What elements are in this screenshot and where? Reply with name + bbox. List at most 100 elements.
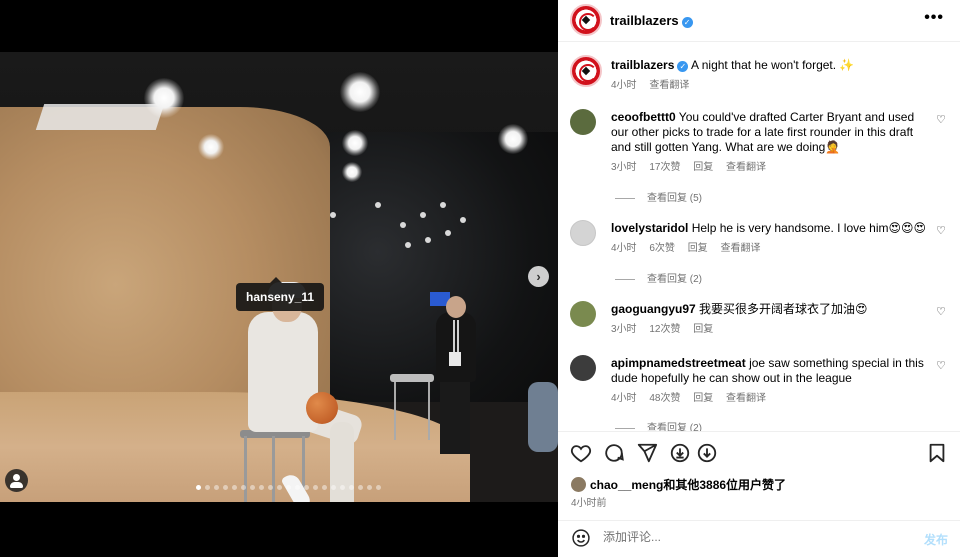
ceiling-lamp	[342, 162, 362, 182]
author-name-group: trailblazers ✓	[610, 12, 693, 30]
author-username[interactable]: trailblazers	[610, 13, 679, 28]
bookmark-icon[interactable]	[926, 442, 948, 464]
commenter-avatar[interactable]	[570, 109, 596, 135]
caption-body: trailblazers ✓ A night that he won't forg…	[611, 58, 929, 93]
download-circle-icon[interactable]	[669, 442, 691, 464]
emoji-smile-icon[interactable]	[571, 528, 591, 548]
stool-leg	[272, 436, 275, 502]
post-comment-button[interactable]: 发布	[924, 531, 948, 548]
next-photo-button[interactable]: ›	[528, 266, 549, 287]
ceiling-lamp	[198, 134, 224, 160]
commenter-avatar[interactable]	[570, 355, 596, 381]
comment-reply-link[interactable]: 回复	[693, 324, 713, 335]
background-stool-leg	[428, 382, 430, 440]
comment-reply-link[interactable]: 回复	[693, 162, 713, 173]
comment-translate-link[interactable]: 查看翻译	[726, 393, 766, 404]
partial-person	[528, 382, 558, 452]
photo-tag-label[interactable]: hanseny_11	[236, 277, 325, 311]
comment-time: 3小时	[611, 324, 637, 335]
comment-like-heart-icon[interactable]: ♡	[936, 307, 946, 318]
caption-username[interactable]: trailblazers	[611, 58, 674, 72]
basketball	[306, 392, 338, 424]
comment-time: 4小时	[611, 243, 637, 254]
pager-dot	[367, 485, 372, 490]
comment-meta: 4小时 6次赞 回复 查看翻译	[611, 241, 929, 256]
pager-dot	[232, 485, 237, 490]
seated-person-shin	[330, 422, 354, 502]
pager-dot	[340, 485, 345, 490]
comment-meta: 3小时 12次赞 回复	[611, 322, 929, 337]
comment-text: Help he is very handsome. I love him😍😍😍	[691, 221, 927, 235]
ceiling-lamp	[342, 130, 368, 156]
post-panel: trailblazers ✓ ••• trailblazers ✓ A night …	[558, 0, 960, 557]
comment-time: 4小时	[611, 393, 637, 404]
background-stool	[390, 374, 434, 382]
standing-person-legs	[440, 382, 470, 454]
comment-like-heart-icon[interactable]: ♡	[936, 115, 946, 126]
comment-item: lovelystaridol Help he is very handsome.…	[570, 219, 950, 259]
comment-username[interactable]: lovelystaridol	[611, 221, 688, 235]
pager-dot	[358, 485, 363, 490]
post-photo[interactable]: hanseny_11 ›	[0, 52, 558, 502]
liker-avatar	[571, 477, 586, 492]
view-replies-link[interactable]: 查看回复 (5)	[615, 189, 702, 204]
comment-body: apimpnamedstreetmeat joe saw something s…	[611, 356, 929, 406]
pager-dot	[286, 485, 291, 490]
pager-dot	[313, 485, 318, 490]
view-replies-link[interactable]: 查看回复 (2)	[615, 270, 702, 285]
caption-text: A night that he won't forget. ✨	[691, 58, 855, 72]
comment-reply-link[interactable]: 回复	[688, 243, 708, 254]
caption-author-avatar[interactable]	[570, 55, 602, 87]
caption-meta: 4小时 查看翻译	[611, 78, 929, 93]
comment-translate-link[interactable]: 查看翻译	[720, 243, 760, 254]
commenter-avatar[interactable]	[570, 220, 596, 246]
pager-dot	[268, 485, 273, 490]
author-avatar[interactable]	[570, 4, 602, 36]
comment-username[interactable]: ceoofbettt0	[611, 110, 676, 124]
likes-summary[interactable]: chao__meng和其他3886位用户赞了	[571, 476, 786, 493]
view-replies-link[interactable]: 查看回复 (2)	[615, 419, 702, 431]
pager-dot	[295, 485, 300, 490]
tagged-users-icon[interactable]	[5, 469, 28, 492]
comment-like-heart-icon[interactable]: ♡	[936, 226, 946, 237]
comment-username[interactable]: apimpnamedstreetmeat	[611, 356, 746, 370]
caption-translate-link[interactable]: 查看翻译	[649, 80, 689, 91]
post-header: trailblazers ✓ •••	[558, 0, 960, 42]
commenter-avatar[interactable]	[570, 301, 596, 327]
pager-dot	[349, 485, 354, 490]
comment-body: ceoofbettt0 You could've drafted Carter …	[611, 110, 929, 175]
comment-bubble-icon[interactable]	[603, 442, 625, 464]
comment-translate-link[interactable]: 查看翻译	[726, 162, 766, 173]
pager-dot	[196, 485, 201, 490]
pager-dot	[241, 485, 246, 490]
comment-input[interactable]	[603, 530, 903, 544]
comment-time: 3小时	[611, 162, 637, 173]
more-options-icon[interactable]: •••	[924, 9, 944, 27]
comment-text: 我要买很多开阔者球衣了加油😍	[699, 302, 868, 316]
comments-scroll-area[interactable]: trailblazers ✓ A night that he won't forg…	[558, 43, 960, 431]
comment-like-count[interactable]: 12次赞	[649, 324, 680, 335]
lanyard-badge	[449, 352, 461, 366]
download-arrow-circle-icon[interactable]	[696, 442, 718, 464]
comment-like-count[interactable]: 48次赞	[649, 393, 680, 404]
post-time-ago: 4小时前	[571, 498, 607, 509]
comment-like-heart-icon[interactable]: ♡	[936, 361, 946, 372]
verified-badge-icon: ✓	[681, 17, 693, 28]
ceiling-lamp	[340, 72, 380, 112]
likes-text: chao__meng和其他3886位用户赞了	[590, 478, 787, 492]
background-stool-leg	[394, 382, 396, 440]
comment-username[interactable]: gaoguangyu97	[611, 302, 696, 316]
pager-dot	[250, 485, 255, 490]
comment-meta: 4小时 48次赞 回复 查看翻译	[611, 391, 929, 406]
comment-like-count[interactable]: 6次赞	[649, 243, 675, 254]
comment-like-count[interactable]: 17次赞	[649, 162, 680, 173]
comment-reply-link[interactable]: 回复	[693, 393, 713, 404]
light-reflector	[35, 104, 165, 130]
like-heart-icon[interactable]	[570, 442, 592, 464]
ceiling-lamp	[498, 124, 528, 154]
share-paper-plane-icon[interactable]	[636, 442, 658, 464]
stool-leg	[244, 436, 247, 502]
add-comment-bar: 发布	[558, 520, 960, 557]
pager-dot	[277, 485, 282, 490]
pager-dot	[322, 485, 327, 490]
